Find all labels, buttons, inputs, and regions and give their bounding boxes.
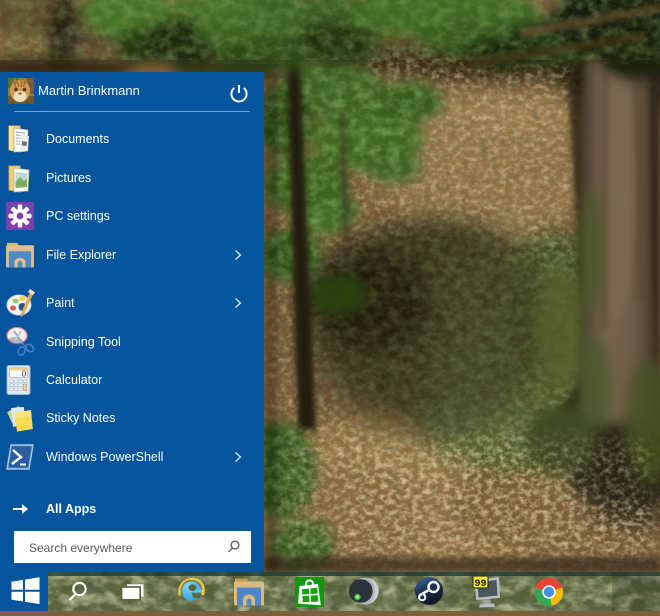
svg-text:0: 0 [22, 370, 27, 379]
svg-text:99: 99 [474, 579, 486, 590]
